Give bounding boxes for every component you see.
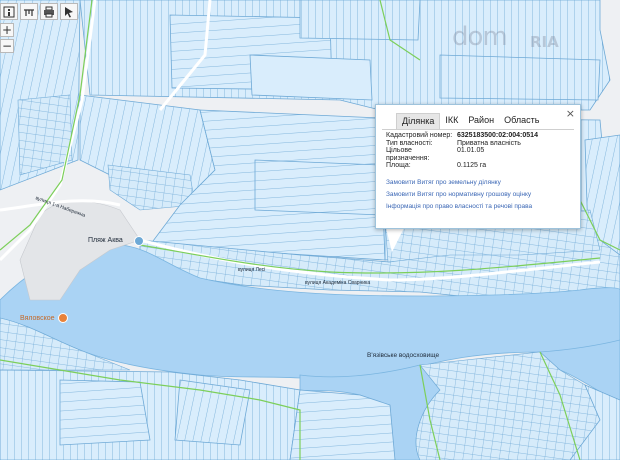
popup-pointer	[386, 228, 404, 252]
street-label-2: вулиця Лесі	[238, 267, 266, 273]
map-toolbar	[0, 3, 78, 20]
info-icon[interactable]	[0, 3, 18, 20]
watermark-brand: RIA	[530, 33, 559, 51]
beach-pin[interactable]	[134, 236, 144, 246]
parcels-north	[79, 0, 611, 111]
info-row-purpose: Цільове призначення: 01.01.05	[386, 147, 580, 162]
info-value: 0.1125 га	[457, 162, 487, 169]
popup-tabs: Ділянка ІКК Район Область	[376, 105, 580, 129]
street-label-3: вулиця Академіка Сварника	[305, 280, 371, 286]
info-label: Кадастровий номер:	[386, 132, 453, 139]
info-row-area: Площа: 0.1125 га	[386, 162, 580, 170]
pointer-icon[interactable]	[60, 3, 78, 20]
cadastral-map[interactable]	[0, 0, 620, 460]
watermark-logo: dom	[452, 22, 508, 52]
tab-district[interactable]: Район	[463, 113, 499, 129]
village-pin[interactable]	[58, 313, 68, 323]
tab-ikk[interactable]: ІКК	[440, 113, 463, 129]
info-label: Площа:	[386, 162, 411, 169]
order-parcel-extract-link[interactable]: Замовити Витяг про земельну ділянку	[386, 179, 580, 186]
parcel-info: Кадастровий номер: 6325183500:02:004:051…	[376, 130, 580, 170]
zoom-in-button[interactable]: +	[0, 23, 14, 37]
info-value: 01.01.05	[457, 147, 485, 154]
info-row-ownership: Тип власності: Приватна власність	[386, 140, 580, 148]
info-value: 6325183500:02:004:0514	[457, 132, 538, 139]
zoom-out-button[interactable]: −	[0, 39, 14, 53]
info-label: Тип власності:	[386, 139, 433, 147]
close-icon[interactable]: ×	[566, 107, 575, 120]
zoom-control: + −	[0, 23, 14, 53]
ownership-info-link[interactable]: Інформація про право власності та речові…	[386, 203, 580, 210]
order-valuation-extract-link[interactable]: Замовити Витяг про нормативну грошову оц…	[386, 191, 580, 198]
tab-parcel[interactable]: Ділянка	[396, 113, 441, 129]
info-value: Приватна власність	[457, 139, 521, 147]
print-icon[interactable]	[40, 3, 58, 20]
reservoir-label: В'язівське водосховище	[367, 352, 440, 359]
ruler-icon[interactable]	[20, 3, 38, 20]
parcel-info-popup: × Ділянка ІКК Район Область Кадастровий …	[375, 104, 581, 229]
village-label: Вяловское	[20, 315, 55, 322]
tab-region[interactable]: Область	[499, 113, 544, 129]
info-row-cadastral: Кадастровий номер: 6325183500:02:004:051…	[386, 132, 580, 140]
info-label: Цільове призначення:	[386, 147, 430, 162]
beach-label: Пляж Аква	[88, 237, 123, 244]
